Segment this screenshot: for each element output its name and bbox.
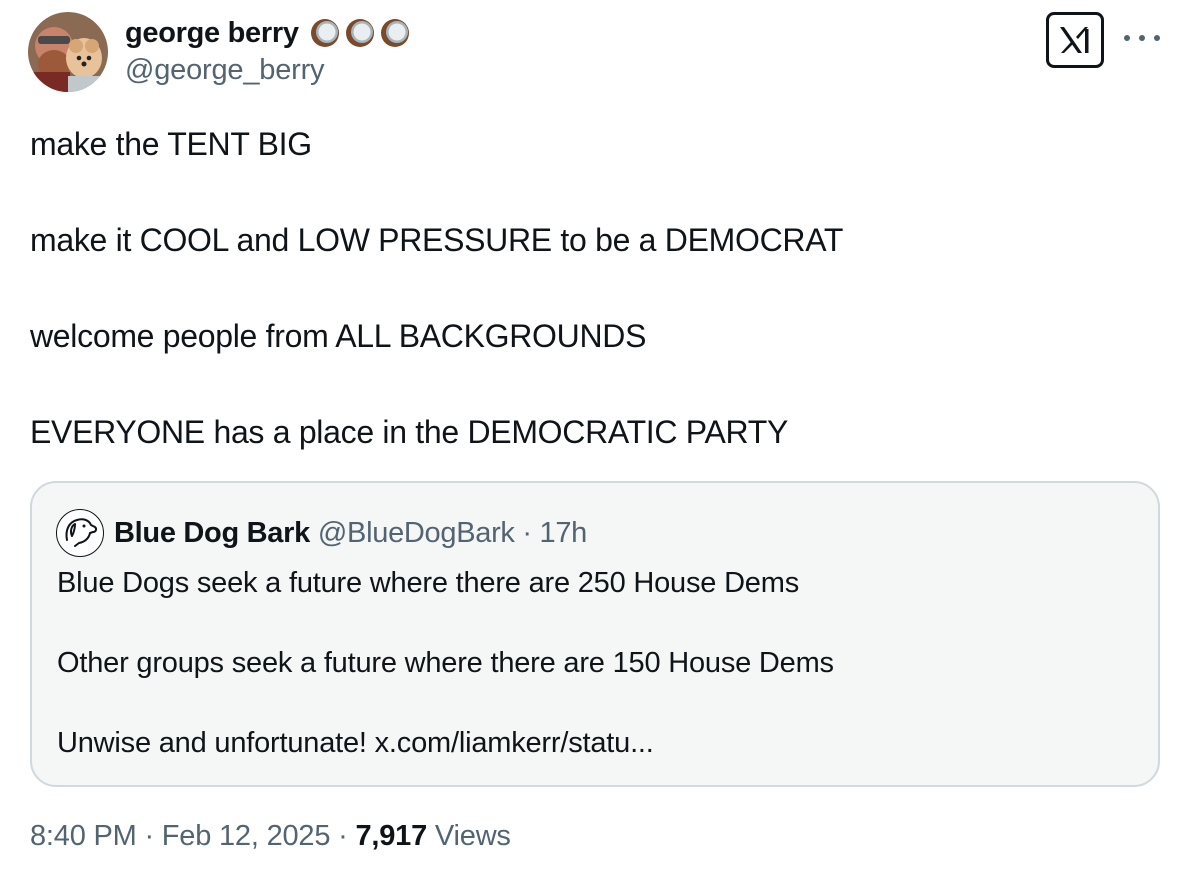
dot — [1139, 35, 1145, 41]
view-count: 7,917 — [355, 820, 428, 852]
quoted-author-name[interactable]: Blue Dog Bark — [114, 517, 310, 550]
dot — [1124, 35, 1130, 41]
tweet-paragraph: make it COOL and LOW PRESSURE to be a DE… — [30, 222, 844, 258]
views-label: Views — [427, 820, 511, 852]
coconut-icon — [380, 19, 409, 47]
quote-paragraph: Other groups seek a future where there a… — [57, 647, 834, 679]
author-avatar[interactable] — [28, 12, 108, 92]
author-display-name[interactable]: george berry — [125, 17, 299, 50]
quoted-tweet-text: Blue Dogs seek a future where there are … — [57, 563, 1137, 803]
author-name-row[interactable]: george berry — [125, 14, 411, 52]
coconut-icon — [310, 19, 339, 47]
more-options-icon[interactable] — [1124, 26, 1160, 50]
x-logo-icon[interactable] — [1046, 12, 1104, 68]
tweet-paragraph: EVERYONE has a place in the DEMOCRATIC P… — [30, 414, 789, 450]
quoted-author-meta: @BlueDogBark · 17h — [317, 516, 587, 549]
coconut-icon — [345, 19, 374, 47]
tweet-footer: 8:40 PM · Feb 12, 2025 · 7,917 Views — [30, 820, 511, 853]
tweet-paragraph: make the TENT BIG — [30, 126, 312, 162]
quoted-tweet-card[interactable]: Blue Dog Bark @BlueDogBark · 17h Blue Do… — [30, 481, 1160, 787]
tweet-paragraph: welcome people from ALL BACKGROUNDS — [30, 318, 647, 354]
quote-paragraph: Unwise and unfortunate! x.com/liamkerr/s… — [57, 727, 654, 759]
tweet-text: make the TENT BIG make it COOL and LOW P… — [30, 124, 1160, 508]
author-handle[interactable]: @george_berry — [125, 54, 325, 87]
quote-paragraph: Blue Dogs seek a future where there are … — [57, 567, 799, 599]
name-emojis — [309, 17, 411, 49]
quoted-author-avatar[interactable] — [56, 509, 104, 557]
timestamp[interactable]: 8:40 PM · Feb 12, 2025 · — [30, 820, 355, 852]
quoted-tweet-header: Blue Dog Bark @BlueDogBark · 17h — [56, 509, 587, 557]
dot — [1154, 35, 1160, 41]
